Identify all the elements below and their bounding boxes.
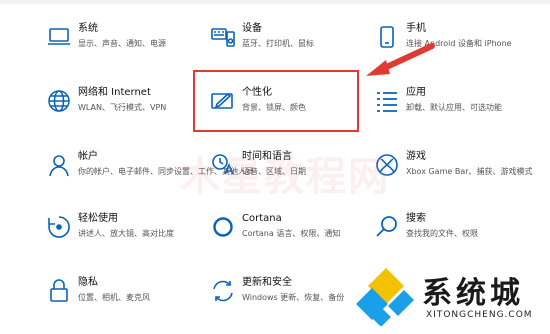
tile-time-language[interactable]: 时间和语言 语音、区域、日期 [210,150,380,200]
tile-desc: Cortana 语言、权限、通知 [242,229,341,238]
keyboard-speaker-icon [210,24,236,50]
tile-desc: 位置、相机、麦克风 [78,293,150,302]
tile-cortana[interactable]: Cortana Cortana 语言、权限、通知 [210,212,380,262]
tile-desc: 蓝牙、打印机、鼠标 [242,39,314,48]
brand-name: 系统城 [422,276,524,311]
tile-desc: 语音、区域、日期 [242,167,306,176]
tile-apps[interactable]: 应用 卸载、默认应用、可选功能 [374,86,544,136]
tile-title: 时间和语言 [242,151,292,162]
tile-accounts[interactable]: 帐户 你的帐户、电子邮件、同步设置、工作、其他人员 [46,150,254,200]
tile-title: 设备 [242,23,262,34]
tile-title: 更新和安全 [242,277,292,288]
tile-title: 轻松使用 [78,213,118,224]
tile-desc: 显示、声音、通知、电源 [78,39,166,48]
tile-title: 应用 [406,87,426,98]
tile-desc: 卸载、默认应用、可选功能 [406,103,502,112]
red-arrow-icon [360,40,440,80]
top-edge [0,0,550,4]
tile-system[interactable]: 系统 显示、声音、通知、电源 [46,22,216,72]
tile-desc: WLAN、飞行模式、VPN [78,103,167,112]
tile-desc: Xbox Game Bar、捕获、游戏模式 [406,167,533,176]
tile-desc: 查找我的文件、权限 [406,229,478,238]
tile-title: 系统 [78,23,98,34]
tile-ease-of-access[interactable]: 轻松使用 讲述人、放大镜、高对比度 [46,212,216,262]
cortana-icon [210,214,236,240]
tile-update-security[interactable]: 更新和安全 Windows 更新、恢复、备份 [210,276,380,326]
tile-title: 游戏 [406,151,426,162]
tile-devices[interactable]: 设备 蓝牙、打印机、鼠标 [210,22,380,72]
xbox-icon [374,152,400,178]
tile-desc: 讲述人、放大镜、高对比度 [78,229,174,238]
search-icon [374,214,400,240]
list-icon [374,88,400,114]
laptop-icon [46,24,72,50]
tile-title: 帐户 [78,151,98,162]
clock-language-icon [210,152,236,178]
tile-gaming[interactable]: 游戏 Xbox Game Bar、捕获、游戏模式 [374,150,544,200]
windows-logo-icon [356,266,416,327]
tile-privacy[interactable]: 隐私 位置、相机、麦克风 [46,276,216,326]
brand-url: XITONGCHENG.COM [426,310,533,320]
tile-title: Cortana [242,213,282,224]
sync-icon [210,278,236,304]
tile-title: 搜索 [406,213,426,224]
tile-search[interactable]: 搜索 查找我的文件、权限 [374,212,544,262]
tile-title: 手机 [406,23,426,34]
tile-desc: Windows 更新、恢复、备份 [242,293,345,302]
lock-icon [46,278,72,304]
globe-icon [46,88,72,114]
ease-of-access-icon [46,214,72,240]
tile-title: 网络和 Internet [78,87,151,98]
tile-title: 隐私 [78,277,98,288]
tile-network[interactable]: 网络和 Internet WLAN、飞行模式、VPN [46,86,216,136]
brand-logo: 系统城 XITONGCHENG.COM [356,264,546,330]
person-icon [46,152,72,178]
highlight-box [193,70,359,132]
